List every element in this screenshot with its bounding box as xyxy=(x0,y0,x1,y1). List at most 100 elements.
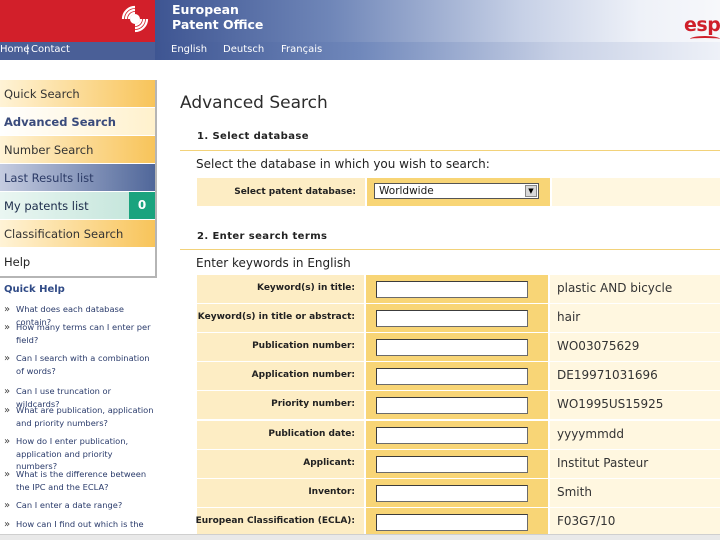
title-abstract-keywords-input[interactable] xyxy=(376,310,528,328)
title-abstract-keywords-example: hair xyxy=(557,310,581,325)
quick-help-link-text: How can I find out which is the xyxy=(16,519,144,529)
database-row-filler xyxy=(552,178,720,206)
form-input-cell xyxy=(366,420,548,449)
double-arrow-bullet-icon: » xyxy=(4,405,11,416)
form-input-cell xyxy=(366,449,548,478)
publication-number-label: Publication number: xyxy=(252,341,355,352)
form-example-cell: F03G7/10 xyxy=(550,507,720,536)
select-database-instruction: Select the database in which you wish to… xyxy=(196,157,490,171)
quick-help-link-text: Can I search with a combination of words… xyxy=(16,353,150,376)
form-row-applicant: Applicant: Institut Pasteur xyxy=(197,449,720,478)
title-keywords-example: plastic AND bicycle xyxy=(557,281,673,295)
section-heading-select-database: 1. Select database xyxy=(197,131,309,142)
form-label-cell: Application number: xyxy=(197,362,364,391)
sidebar-item-classification-search[interactable]: Classification Search xyxy=(0,220,155,248)
form-input-cell xyxy=(366,507,548,536)
horizontal-scrollbar[interactable] xyxy=(0,534,720,540)
language-french-link[interactable]: Français xyxy=(281,44,322,55)
epo-logo-icon[interactable] xyxy=(121,2,153,34)
form-example-cell: yyyymmdd xyxy=(550,420,720,449)
title-keywords-input[interactable] xyxy=(376,281,528,298)
form-label-cell: Keyword(s) in title or abstract: xyxy=(197,304,364,333)
quick-help-link-text: How many terms can I enter per field? xyxy=(16,322,151,345)
application-number-input[interactable] xyxy=(376,368,528,386)
form-input-cell xyxy=(366,391,548,420)
section-divider xyxy=(180,249,720,250)
contact-link[interactable]: Contact xyxy=(31,44,70,55)
sidebar-item-my-patents[interactable]: My patents list 0 xyxy=(0,192,155,220)
database-select[interactable]: Worldwide ▼ xyxy=(374,183,539,199)
sidebar: Quick Search Advanced Search Number Sear… xyxy=(0,80,157,278)
sidebar-item-label: Number Search xyxy=(4,143,94,157)
quick-help-link[interactable]: » Can I enter a date range? xyxy=(4,499,156,512)
sidebar-item-label: Quick Search xyxy=(4,87,80,101)
form-row-ecla-classification: European Classification (ECLA): F03G7/10 xyxy=(196,507,720,536)
quick-help-link[interactable]: » Can I search with a combination of word… xyxy=(4,352,156,377)
double-arrow-bullet-icon: » xyxy=(4,500,11,511)
top-navigation-bar xyxy=(0,42,720,60)
form-example-cell: Institut Pasteur xyxy=(550,449,720,478)
database-label: Select patent database: xyxy=(234,187,356,197)
ecla-classification-example: F03G7/10 xyxy=(557,513,616,528)
nav-separator: | xyxy=(26,44,30,55)
form-row-priority-number: Priority number: WO1995US15925 xyxy=(197,391,720,420)
publication-number-input[interactable] xyxy=(376,339,528,357)
form-example-cell: WO1995US15925 xyxy=(550,391,720,420)
title-keywords-label: Keyword(s) in title: xyxy=(257,283,355,293)
application-number-label: Application number: xyxy=(251,370,355,381)
form-input-cell xyxy=(366,304,548,333)
language-english-link[interactable]: English xyxy=(171,44,207,55)
office-name: European Patent Office xyxy=(172,2,263,32)
sidebar-item-label: Last Results list xyxy=(4,171,94,185)
sidebar-item-help[interactable]: Help xyxy=(0,248,155,276)
publication-date-input[interactable] xyxy=(376,426,528,444)
double-arrow-bullet-icon: » xyxy=(4,436,11,447)
form-example-cell: plastic AND bicycle xyxy=(550,275,720,303)
sidebar-item-label: Help xyxy=(4,255,31,269)
form-label-cell: Priority number: xyxy=(197,391,364,420)
application-number-example: DE19971031696 xyxy=(557,368,658,383)
quick-help-link[interactable]: » How many terms can I enter per field? xyxy=(4,321,156,346)
quick-help-link-text: How do I enter publication, application … xyxy=(16,436,129,471)
double-arrow-bullet-icon: » xyxy=(4,304,11,315)
chevron-down-icon[interactable]: ▼ xyxy=(525,185,537,197)
sidebar-item-advanced-search[interactable]: Advanced Search xyxy=(0,108,155,136)
quick-help-link[interactable]: » What is the difference between the IPC … xyxy=(4,468,156,493)
sidebar-item-label: Advanced Search xyxy=(4,115,116,129)
database-selected-value: Worldwide xyxy=(379,185,434,197)
form-label-cell: Inventor: xyxy=(197,478,364,507)
double-arrow-bullet-icon: » xyxy=(4,386,11,397)
double-arrow-bullet-icon: » xyxy=(4,519,11,530)
sidebar-item-label: My patents list xyxy=(4,199,89,213)
quick-help-link[interactable]: » How do I enter publication, application… xyxy=(4,435,156,473)
form-label-cell: Publication number: xyxy=(197,333,364,362)
form-row-application-number: Application number: DE19971031696 xyxy=(197,362,720,391)
priority-number-input[interactable] xyxy=(376,397,528,415)
language-german-link[interactable]: Deutsch xyxy=(223,44,264,55)
form-input-cell xyxy=(366,333,548,362)
ecla-classification-input[interactable] xyxy=(376,513,528,531)
form-example-cell: Smith xyxy=(550,478,720,507)
page-title: Advanced Search xyxy=(180,93,328,113)
quick-help-link[interactable]: » How can I find out which is the xyxy=(4,518,156,531)
form-row-title-keywords: Keyword(s) in title: plastic AND bicycle xyxy=(197,275,720,303)
database-select-cell: Worldwide ▼ xyxy=(367,178,550,206)
section-divider xyxy=(180,150,720,151)
double-arrow-bullet-icon: » xyxy=(4,322,11,333)
title-abstract-keywords-label: Keyword(s) in title or abstract: xyxy=(197,312,355,323)
form-input-cell xyxy=(366,275,548,303)
espacenet-logo[interactable]: esp xyxy=(684,14,720,36)
quick-help-link-text: What is the difference between the IPC a… xyxy=(16,469,147,492)
inventor-input[interactable] xyxy=(376,484,528,502)
sidebar-item-number-search[interactable]: Number Search xyxy=(0,136,155,164)
form-label-cell: Keyword(s) in title: xyxy=(197,275,364,303)
sidebar-item-last-results[interactable]: Last Results list xyxy=(0,164,155,192)
form-label-cell: European Classification (ECLA): xyxy=(196,507,364,536)
form-label-cell: Applicant: xyxy=(197,449,364,478)
sidebar-item-quick-search[interactable]: Quick Search xyxy=(0,80,155,108)
sidebar-item-label: Classification Search xyxy=(4,227,124,241)
applicant-input[interactable] xyxy=(376,455,528,473)
form-input-cell xyxy=(366,478,548,507)
form-example-cell: WO03075629 xyxy=(550,333,720,362)
quick-help-link[interactable]: » What are publication, application and p… xyxy=(4,404,156,429)
